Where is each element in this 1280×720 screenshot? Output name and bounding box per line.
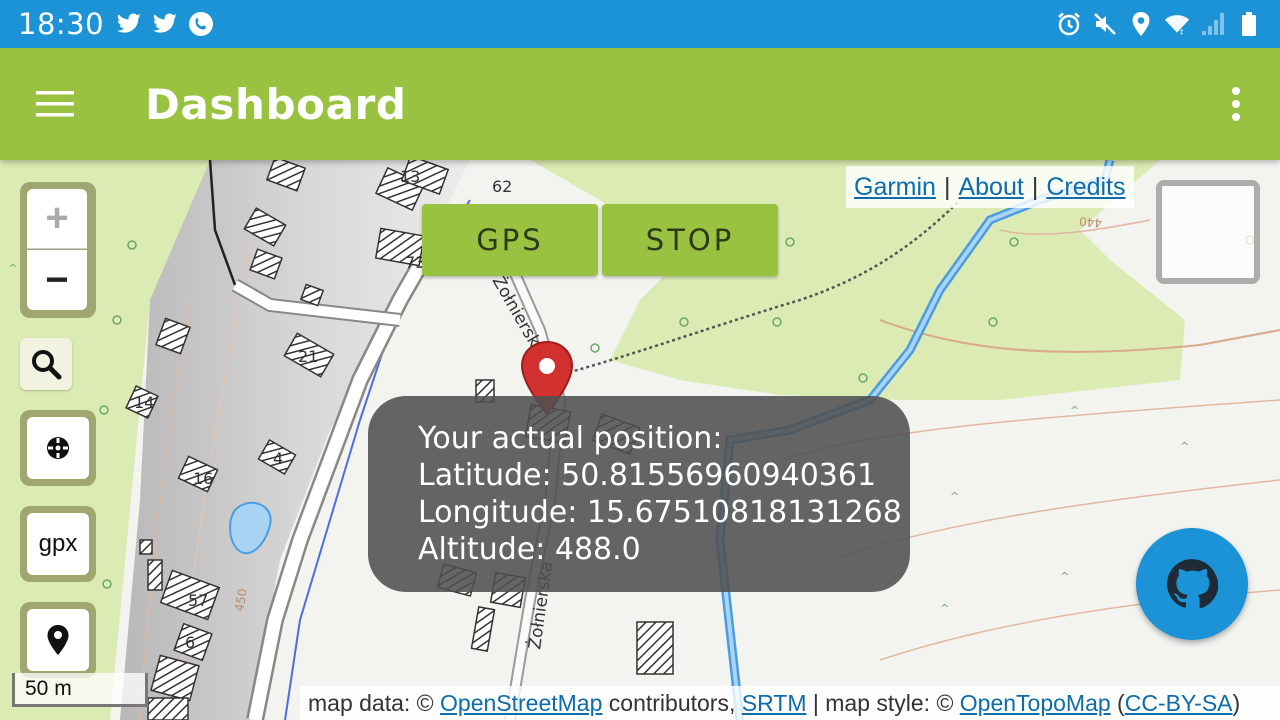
svg-text:^: ^ <box>1180 440 1189 453</box>
marker-button[interactable] <box>27 609 89 671</box>
map-scale: 50 m <box>12 673 148 707</box>
svg-text:^: ^ <box>950 490 959 503</box>
svg-text:^: ^ <box>1060 570 1069 583</box>
map-links: Garmin | About | Credits <box>846 166 1134 208</box>
house-number: 13 <box>400 167 420 186</box>
layer-toggle-button[interactable] <box>1156 180 1260 284</box>
marker-control <box>20 602 96 678</box>
battery-icon <box>1236 11 1262 37</box>
house-number: 6 <box>185 633 195 652</box>
crosshair-icon <box>47 437 69 459</box>
more-vert-icon <box>1232 87 1240 121</box>
position-popup: Your actual position: Latitude: 50.81556… <box>368 396 910 592</box>
location-icon <box>1128 11 1154 37</box>
locate-button[interactable] <box>27 417 89 479</box>
srtm-link[interactable]: SRTM <box>742 690 807 717</box>
menu-button[interactable] <box>0 48 112 160</box>
alarm-icon <box>1056 11 1082 37</box>
house-number: 57 <box>188 591 208 610</box>
map-attribution: map data: © OpenStreetMap contributors, … <box>300 686 1280 720</box>
openstreetmap-link[interactable]: OpenStreetMap <box>440 690 602 717</box>
hamburger-menu-icon <box>36 91 74 117</box>
locate-control <box>20 410 96 486</box>
github-icon <box>1167 559 1218 609</box>
svg-text:^: ^ <box>1070 404 1079 417</box>
house-number: 62 <box>492 177 512 196</box>
contour-label: 440 <box>1079 214 1103 230</box>
overflow-menu-button[interactable] <box>1192 48 1280 160</box>
gpx-control: gpx <box>20 506 96 582</box>
popup-heading: Your actual position: <box>418 421 723 456</box>
popup-latitude: Latitude: 50.81556960940361 <box>418 458 877 493</box>
twitter-icon <box>116 11 142 37</box>
garmin-link[interactable]: Garmin <box>854 173 936 202</box>
attribution-text: contributors, <box>602 689 742 716</box>
status-left-icons <box>116 11 214 37</box>
app-bar: Dashboard <box>0 48 1280 160</box>
gps-button[interactable]: GPS <box>422 204 598 276</box>
link-separator: | <box>1031 172 1039 201</box>
link-separator: | <box>943 172 951 201</box>
twitter-icon <box>152 11 178 37</box>
wifi-icon: ↕ <box>1164 11 1190 37</box>
popup-altitude: Altitude: 488.0 <box>418 532 641 567</box>
svg-text:^: ^ <box>8 262 17 275</box>
gpx-label: gpx <box>38 530 78 557</box>
github-button[interactable] <box>1136 528 1248 640</box>
status-bar: 18:30 ↕ <box>0 0 1280 48</box>
opentopomap-link[interactable]: OpenTopoMap <box>960 690 1111 717</box>
svg-text:↕: ↕ <box>1179 28 1185 36</box>
license-link[interactable]: CC-BY-SA <box>1125 690 1233 717</box>
popup-longitude: Longitude: 15.67510818131268 <box>418 495 902 530</box>
search-icon <box>32 350 62 380</box>
phone-call-icon <box>188 11 214 37</box>
stop-button[interactable]: STOP <box>602 204 778 276</box>
house-number: 16 <box>193 469 213 488</box>
status-time: 18:30 <box>18 7 105 41</box>
svg-text:^: ^ <box>940 602 949 615</box>
gpx-button[interactable]: gpx <box>27 513 89 575</box>
attribution-text: | map style: © <box>806 689 960 716</box>
zoom-in-button[interactable]: + <box>27 189 87 249</box>
status-right-icons: ↕ <box>1056 11 1262 37</box>
attribution-text: ( <box>1110 689 1125 716</box>
house-number: 4 <box>273 449 283 468</box>
attribution-text: ) <box>1232 689 1241 716</box>
map-pin-icon <box>47 625 69 655</box>
app-screen: 18:30 ↕ Dashboard ^ ^ ^ ^ ^ ^ 13 62 73 1… <box>0 0 1280 720</box>
credits-link[interactable]: Credits <box>1046 173 1125 202</box>
search-button[interactable] <box>20 338 72 390</box>
zoom-control: + − <box>20 182 96 318</box>
mute-icon <box>1092 11 1118 37</box>
page-title: Dashboard <box>145 79 407 129</box>
attribution-text: map data: © <box>308 689 441 716</box>
house-number: 14 <box>134 393 154 412</box>
about-link[interactable]: About <box>958 173 1023 202</box>
house-number: 21 <box>298 347 318 366</box>
signal-icon <box>1200 11 1226 37</box>
zoom-out-button[interactable]: − <box>27 250 87 310</box>
